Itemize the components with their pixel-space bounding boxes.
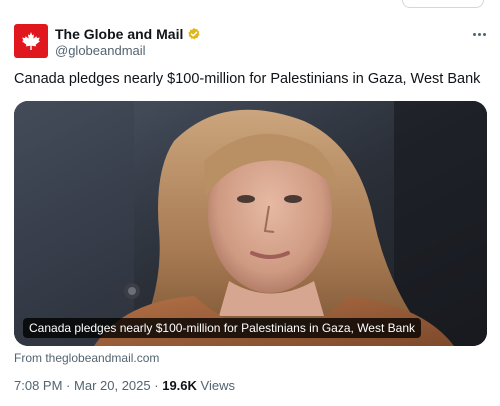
author-name[interactable]: The Globe and Mail bbox=[55, 26, 183, 42]
more-options-icon[interactable] bbox=[469, 27, 489, 41]
tweet-time[interactable]: 7:08 PM bbox=[14, 378, 62, 393]
maple-leaf-icon bbox=[22, 32, 40, 50]
article-photo bbox=[14, 101, 487, 346]
views-label: Views bbox=[200, 378, 235, 393]
media-caption: Canada pledges nearly $100-million for P… bbox=[23, 318, 421, 338]
author-name-row: The Globe and Mail bbox=[55, 26, 201, 42]
author-handle[interactable]: @globeandmail bbox=[55, 43, 146, 58]
avatar[interactable] bbox=[14, 24, 48, 58]
source-link[interactable]: From theglobeandmail.com bbox=[14, 351, 159, 365]
tweet-date[interactable]: Mar 20, 2025 bbox=[74, 378, 151, 393]
verified-badge-icon bbox=[188, 27, 200, 40]
meta-separator: · bbox=[66, 378, 71, 393]
link-card-media[interactable]: Canada pledges nearly $100-million for P… bbox=[14, 101, 487, 346]
tweet-text: Canada pledges nearly $100-million for P… bbox=[14, 71, 481, 87]
views-count: 19.6K bbox=[162, 378, 197, 393]
meta-separator-2: · bbox=[154, 378, 159, 393]
tweet-meta-row: 7:08 PM · Mar 20, 2025 · 19.6K Views bbox=[14, 378, 235, 393]
tweet-card: The Globe and Mail @globeandmail Canada … bbox=[0, 0, 500, 406]
